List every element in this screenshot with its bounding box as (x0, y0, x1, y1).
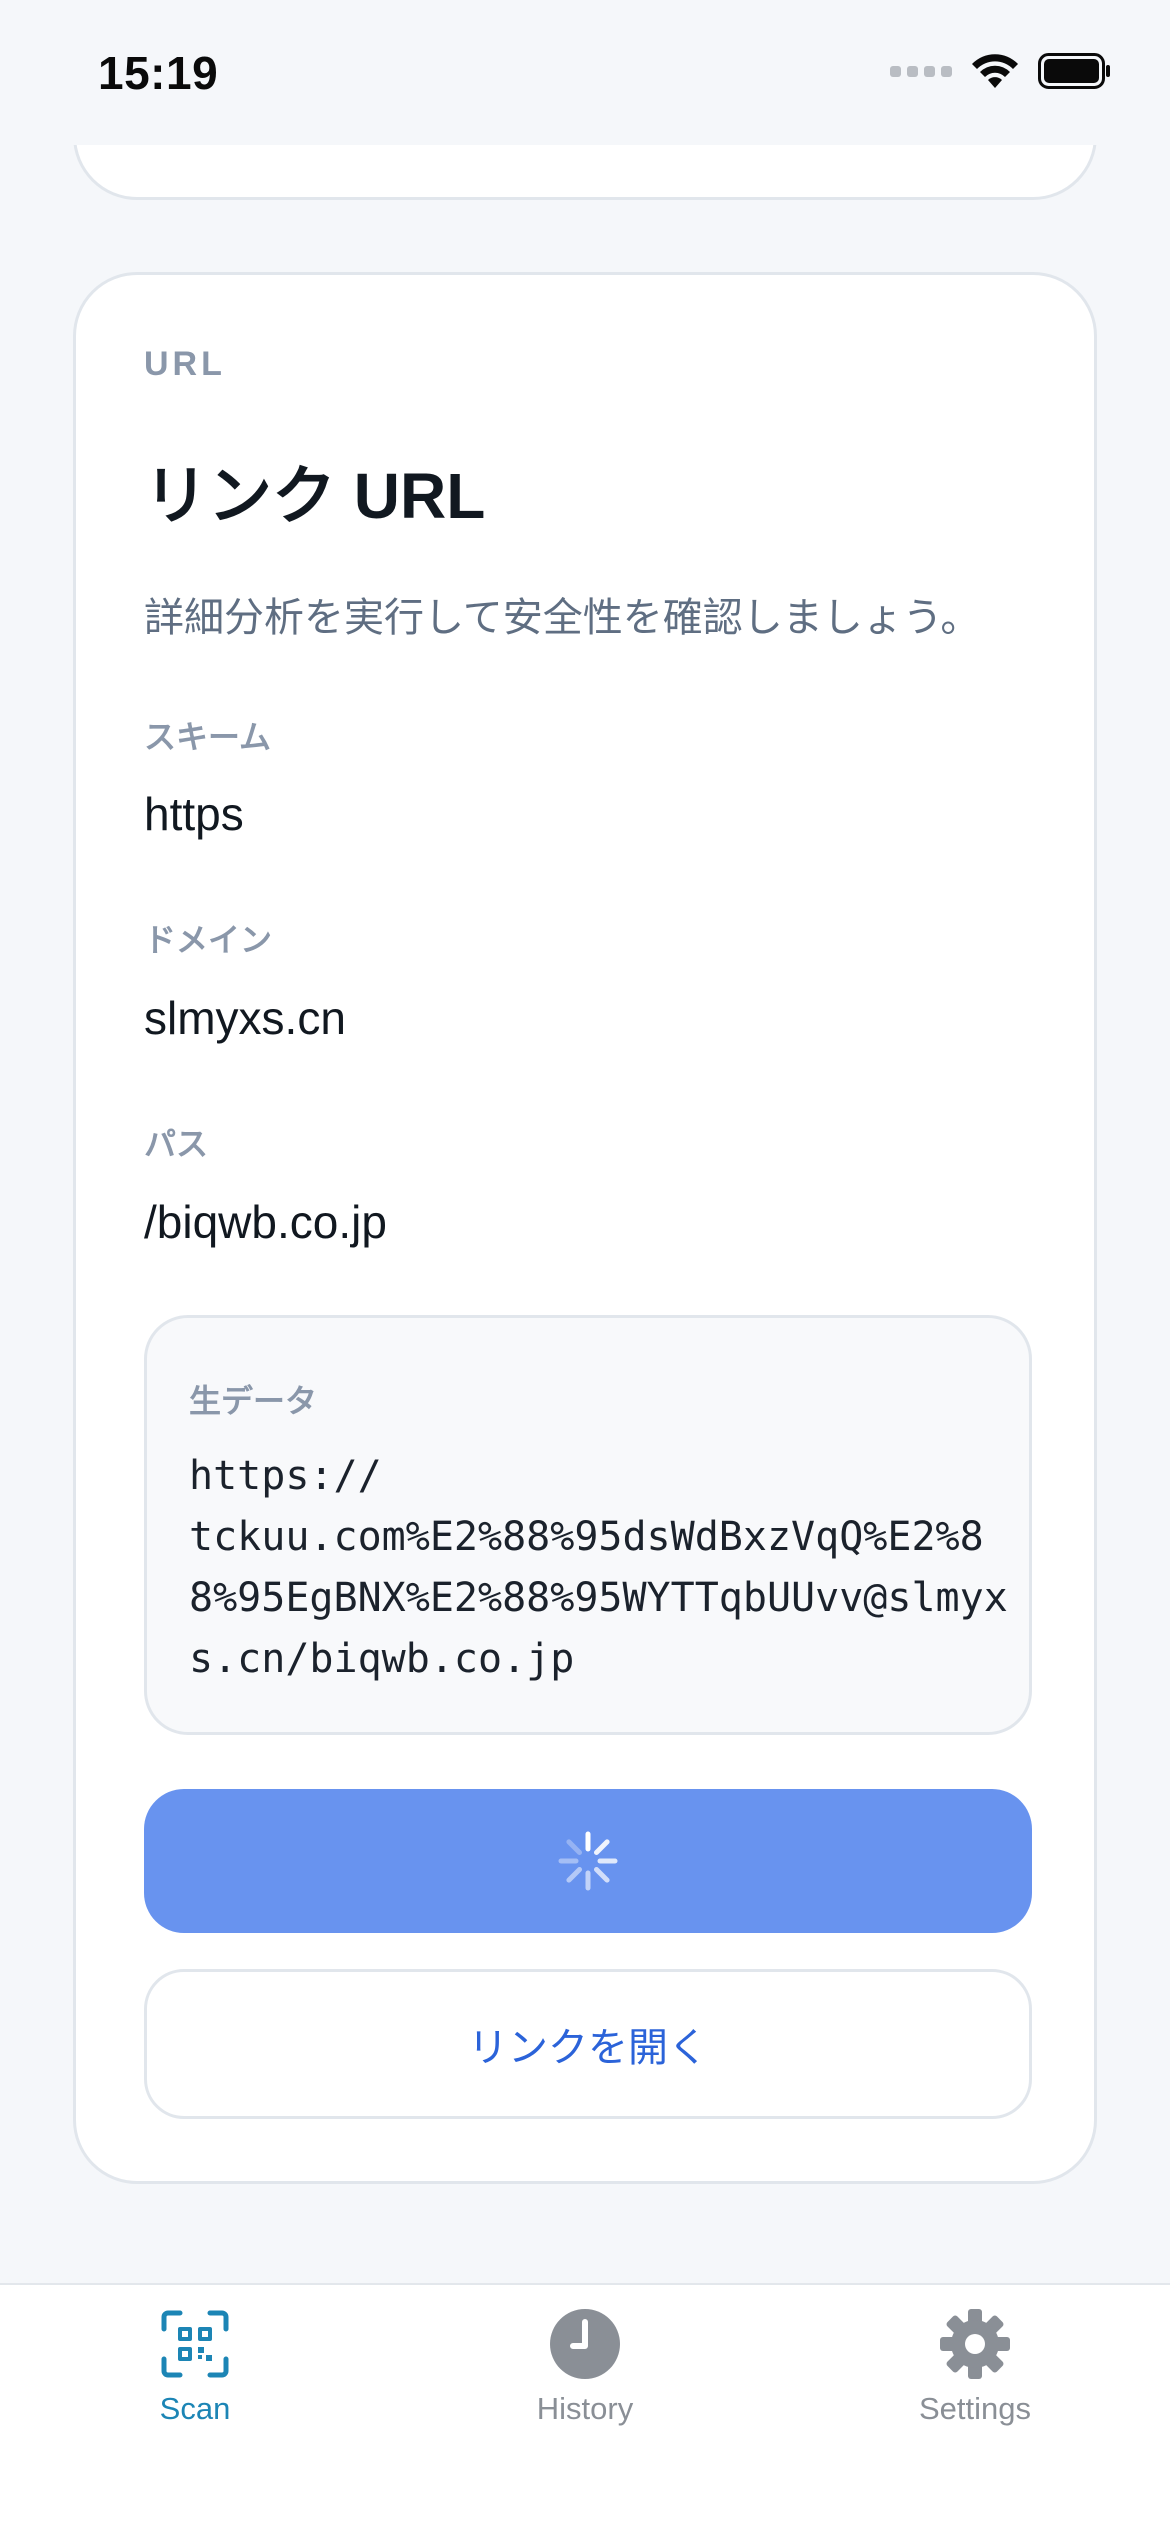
gear-icon (938, 2307, 1012, 2381)
clock-icon (548, 2307, 622, 2381)
card-title: リンク URL (144, 460, 486, 532)
scheme-label: スキーム (144, 719, 272, 755)
url-result-card: URL リンク URL 詳細分析を実行して安全性を確認しましょう。 スキーム h… (73, 272, 1097, 2184)
status-icons (890, 52, 1112, 90)
qr-scan-icon (158, 2307, 232, 2381)
scheme-value: https (144, 788, 244, 840)
raw-data-label: 生データ (189, 1383, 318, 1419)
card-eyebrow: URL (144, 345, 226, 383)
cellular-signal-icon (890, 65, 952, 77)
tab-scan[interactable]: Scan (0, 2285, 390, 2485)
card-subtitle: 詳細分析を実行して安全性を確認しましょう。 (144, 596, 981, 640)
raw-data-value: https:// tckuu.com%E2%88%95dsWdBxzVqQ%E2… (189, 1453, 1008, 1682)
wifi-icon (972, 54, 1018, 88)
status-bar: 15:19 (0, 0, 1170, 145)
tab-history[interactable]: History (390, 2285, 780, 2485)
domain-label: ドメイン (144, 922, 273, 958)
analyze-button[interactable] (144, 1789, 1032, 1933)
tab-bar: Scan History Settings (0, 2283, 1170, 2532)
loading-spinner-icon (558, 1831, 618, 1891)
tab-scan-label: Scan (159, 2391, 231, 2426)
domain-value: slmyxs.cn (144, 992, 346, 1044)
tab-history-label: History (536, 2391, 634, 2426)
battery-icon (1038, 53, 1110, 89)
status-time: 15:19 (98, 47, 219, 99)
tab-settings[interactable]: Settings (780, 2285, 1170, 2485)
tab-settings-label: Settings (918, 2391, 1031, 2426)
raw-data-box: 生データ https:// tckuu.com%E2%88%95dsWdBxzV… (144, 1315, 1032, 1735)
path-label: パス (144, 1126, 209, 1162)
path-value: /biqwb.co.jp (144, 1196, 387, 1248)
open-link-button[interactable]: リンクを開く (144, 1969, 1032, 2119)
